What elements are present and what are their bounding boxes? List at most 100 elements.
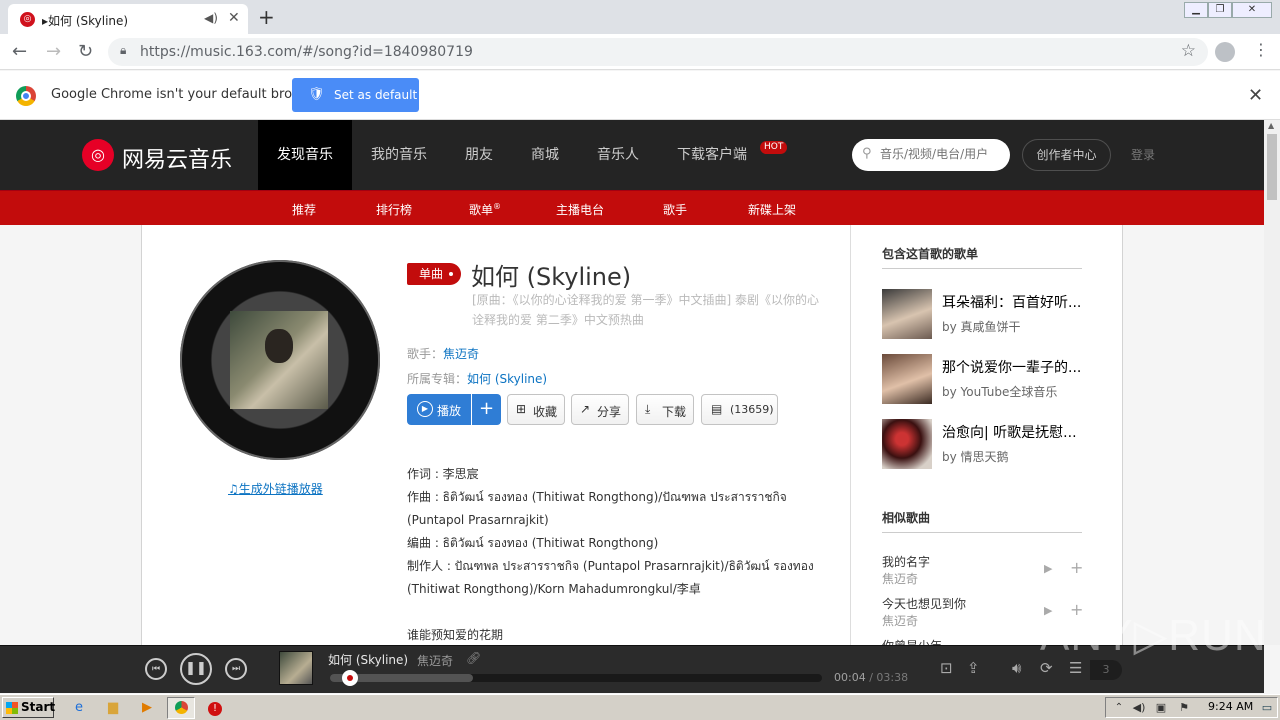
forward-icon[interactable]: → xyxy=(46,41,61,62)
playlist-thumbnail[interactable] xyxy=(882,419,932,469)
progress-knob[interactable] xyxy=(341,670,358,686)
playlist-author[interactable]: 情思天鹅 xyxy=(961,450,1009,464)
nav-friends[interactable]: 朋友 xyxy=(446,120,512,190)
singer-link[interactable]: 焦迈奇 xyxy=(443,347,479,361)
tray-network-icon[interactable]: ▣ xyxy=(1152,699,1170,717)
show-desktop-icon[interactable]: ▭ xyxy=(1258,699,1276,717)
similar-song-name[interactable]: 今天也想见到你 xyxy=(882,595,966,612)
collect-button[interactable]: ⊞ 收藏 xyxy=(507,394,565,425)
lyric-line: 谁能预知爱的花期 xyxy=(407,628,504,642)
address-bar[interactable]: 🔒︎ https://music.163.com/#/song?id=18409… xyxy=(108,38,1208,66)
playlist-title[interactable]: 那个说爱你一辈子的... xyxy=(942,357,1082,377)
similar-song-name[interactable]: 我的名字 xyxy=(882,553,930,570)
infobar-close-icon[interactable]: ✕ xyxy=(1248,85,1263,106)
subnav-charts[interactable]: 排行榜 xyxy=(376,201,412,218)
collect-icon: ⊞ xyxy=(516,402,527,416)
explorer-icon[interactable]: ▆ xyxy=(104,699,122,717)
tray-volume-icon[interactable]: ◀) xyxy=(1130,699,1148,717)
scrollbar-thumb[interactable] xyxy=(1267,134,1277,200)
playlist-author[interactable]: YouTube全球音乐 xyxy=(961,385,1058,399)
subnav-recommend[interactable]: 推荐 xyxy=(292,201,316,218)
login-link[interactable]: 登录 xyxy=(1131,146,1155,163)
page-scrollbar[interactable]: ▲ xyxy=(1264,120,1280,645)
infobar-message: Google Chrome isn't your default browser xyxy=(51,87,323,102)
address-url[interactable]: https://music.163.com/#/song?id=18409807… xyxy=(140,44,473,60)
tray-expand-icon[interactable]: ⌃ xyxy=(1110,699,1128,717)
chrome-menu-icon[interactable]: ⋮ xyxy=(1253,40,1269,59)
netease-logo-icon: ◎ xyxy=(82,139,114,171)
window-close-icon[interactable]: ✕ xyxy=(1232,2,1272,18)
registered-mark: ® xyxy=(493,202,502,211)
back-icon[interactable]: ← xyxy=(12,41,27,62)
bookmark-star-icon[interactable]: ☆ xyxy=(1181,41,1196,61)
similar-add-icon[interactable]: + xyxy=(1070,558,1083,577)
subnav-radio[interactable]: 主播电台 xyxy=(556,201,604,218)
share-icon: ↗ xyxy=(580,402,591,416)
player-cover-thumbnail[interactable] xyxy=(279,651,313,685)
similar-song-artist[interactable]: 焦迈奇 xyxy=(882,612,918,629)
tab-audio-icon[interactable]: ◀) xyxy=(204,11,218,25)
volume-icon[interactable]: 🔊︎ xyxy=(1012,659,1021,677)
ie-icon[interactable]: e xyxy=(70,699,88,717)
security-app-icon[interactable]: ! xyxy=(206,699,224,717)
similar-song-artist[interactable]: 焦迈奇 xyxy=(882,570,918,587)
next-track-icon[interactable]: ⏭ xyxy=(225,658,247,680)
add-to-collection-icon[interactable]: ⊡ xyxy=(940,659,953,677)
previous-track-icon[interactable]: ⏮ xyxy=(145,658,167,680)
site-search[interactable]: ⚲ xyxy=(852,139,1010,171)
chrome-taskbar-icon[interactable] xyxy=(167,697,195,719)
add-to-playlist-button[interactable]: + xyxy=(472,394,501,425)
heading-divider xyxy=(882,268,1082,269)
browser-tab[interactable]: ◎ ▸如何 (Skyline) ◀) ✕ xyxy=(8,4,248,34)
similar-play-icon[interactable]: ▶ xyxy=(1044,562,1052,575)
start-button[interactable]: Start xyxy=(2,697,55,718)
playlist-thumbnail[interactable] xyxy=(882,354,932,404)
album-link[interactable]: 如何 (Skyline) xyxy=(467,372,547,386)
download-button[interactable]: ⤓ 下载 xyxy=(636,394,694,425)
nav-discover[interactable]: 发现音乐 xyxy=(258,120,352,190)
player-time: 00:04 / 03:38 xyxy=(834,671,908,684)
media-player-icon[interactable]: ▶ xyxy=(138,699,156,717)
playlist-count[interactable]: 3 xyxy=(1090,660,1122,680)
subnav-artists[interactable]: 歌手 xyxy=(663,201,687,218)
windows-taskbar: Start e ▆ ▶ ! ⌃ ◀) ▣ ⚑ ▭ xyxy=(0,694,1280,720)
pause-icon[interactable]: ❚❚ xyxy=(180,653,212,685)
playlist-title[interactable]: 耳朵福利：百首好听... xyxy=(942,292,1082,312)
player-artist[interactable]: 焦迈奇 xyxy=(417,652,453,669)
nav-mall[interactable]: 商城 xyxy=(512,120,578,190)
anyrun-watermark: ANY▷RUN xyxy=(1040,611,1267,660)
loop-mode-icon[interactable]: ⟳ xyxy=(1040,659,1053,677)
nav-my-music[interactable]: 我的音乐 xyxy=(352,120,446,190)
nav-musician[interactable]: 音乐人 xyxy=(578,120,658,190)
playlist-title[interactable]: 治愈向| 听歌是抚慰... xyxy=(942,422,1082,442)
subnav-playlists[interactable]: 歌单® xyxy=(469,201,501,218)
minimize-icon[interactable]: ▁ xyxy=(1184,2,1208,18)
search-input[interactable] xyxy=(880,147,1002,161)
lyrics: 作词 : 李思宸 作曲 : ธิติวัฒน์ รองทอง (Thitiwat… xyxy=(407,463,827,647)
scroll-up-icon[interactable]: ▲ xyxy=(1268,121,1274,130)
by-label: by xyxy=(942,450,957,464)
playlist-author[interactable]: 真咸鱼饼干 xyxy=(961,320,1021,334)
playlist-icon[interactable]: ☰ xyxy=(1069,659,1082,677)
restore-icon[interactable]: ❐ xyxy=(1208,2,1232,18)
similar-songs-heading: 相似歌曲 xyxy=(882,511,931,525)
share-button[interactable]: ↗ 分享 xyxy=(571,394,629,425)
comments-button[interactable]: ▤ (13659) xyxy=(701,394,778,425)
set-as-default-button[interactable]: 🛡︎ Set as default xyxy=(292,78,419,112)
player-share-icon[interactable]: ⇪ xyxy=(967,659,980,677)
lyric-line: 作曲 : ธิติวัฒน์ รองทอง (Thitiwat Rongthon… xyxy=(407,490,787,527)
new-tab-icon[interactable]: + xyxy=(258,5,275,29)
creator-center-button[interactable]: 创作者中心 xyxy=(1022,139,1111,171)
profile-avatar-icon[interactable] xyxy=(1215,42,1235,62)
tab-close-icon[interactable]: ✕ xyxy=(228,10,240,26)
tray-flag-icon[interactable]: ⚑ xyxy=(1175,699,1193,717)
song-link-icon[interactable]: 🔗︎ xyxy=(466,651,481,665)
generate-player-link[interactable]: ♫生成外链播放器 xyxy=(228,480,323,497)
player-song-title[interactable]: 如何 (Skyline) xyxy=(328,651,408,668)
playlist-thumbnail[interactable] xyxy=(882,289,932,339)
subnav-new-albums[interactable]: 新碟上架 xyxy=(748,201,796,218)
play-button[interactable]: ▶ 播放 xyxy=(407,394,471,425)
nav-download-client[interactable]: 下载客户端 xyxy=(658,120,766,190)
album-label: 所属专辑： xyxy=(407,372,468,386)
reload-icon[interactable]: ↻ xyxy=(78,41,93,62)
